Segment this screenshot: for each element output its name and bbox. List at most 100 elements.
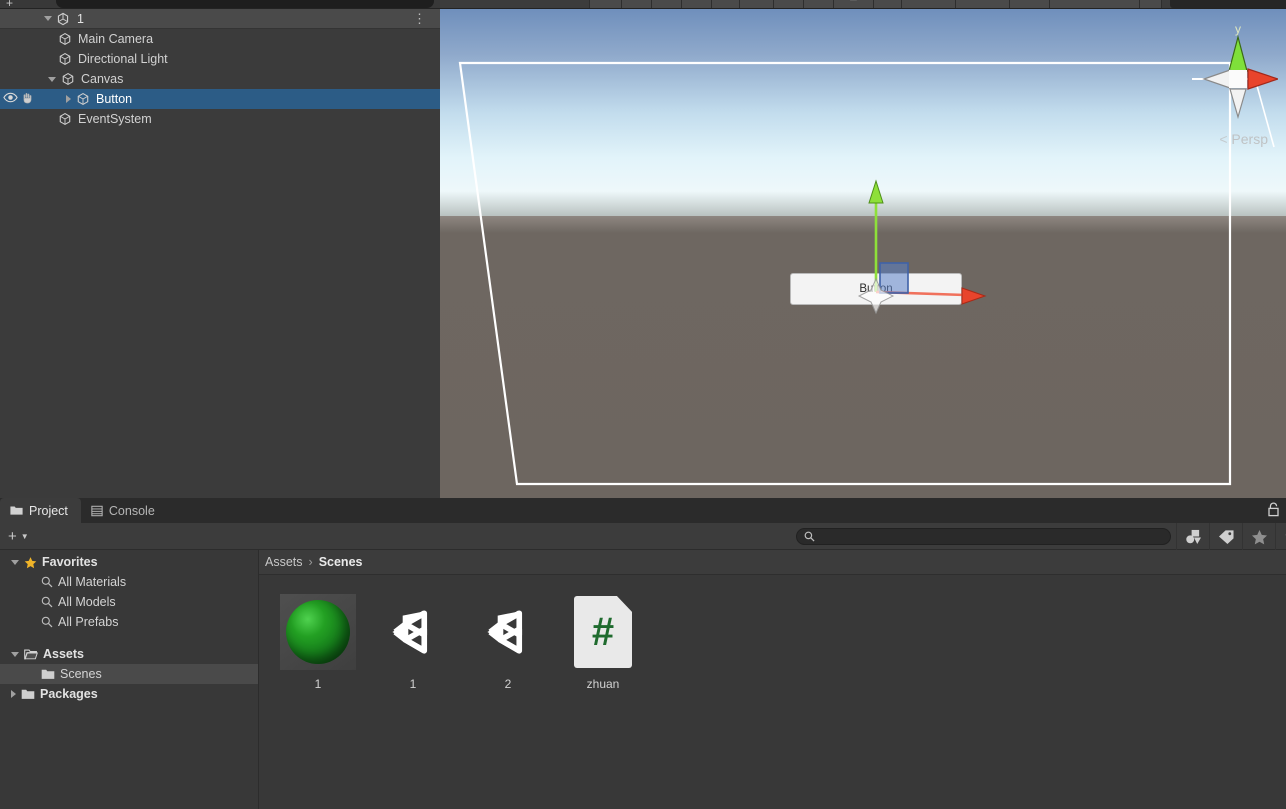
- filter-by-label-icon[interactable]: [1209, 523, 1242, 550]
- scene-snap-toggle[interactable]: [902, 0, 956, 8]
- asset-label: zhuan: [586, 677, 620, 691]
- scene-search-input[interactable]: [1170, 0, 1286, 8]
- scene-fx-toggle[interactable]: [682, 0, 712, 8]
- scene-view[interactable]: Button y < Persp: [440, 9, 1286, 498]
- hierarchy-panel: 1 ⋮ Main Camera Directional Light Canvas Bu…: [0, 9, 440, 498]
- expand-triangle[interactable]: [66, 95, 71, 103]
- project-search-box[interactable]: [796, 528, 1171, 545]
- project-tree-item-scenes[interactable]: Scenes: [0, 664, 258, 684]
- scene-camera-settings[interactable]: [774, 0, 804, 8]
- asset-item[interactable]: 2: [469, 594, 547, 691]
- project-tree-item-assets[interactable]: Assets: [0, 644, 258, 664]
- project-tree-item-all-prefabs[interactable]: All Prefabs: [0, 612, 258, 632]
- hierarchy-toolbar: +: [0, 0, 440, 9]
- scene-ui-button[interactable]: Button: [790, 273, 962, 305]
- expand-triangle[interactable]: [11, 690, 16, 698]
- chevron-down-icon: ▼: [20, 531, 29, 541]
- hand-icon: [23, 93, 32, 104]
- lock-icon[interactable]: [1267, 502, 1280, 522]
- expand-spacer: [31, 578, 36, 586]
- expand-triangle[interactable]: [11, 559, 19, 565]
- expand-spacer: [48, 115, 53, 123]
- scene-expand-triangle[interactable]: [44, 16, 52, 21]
- gameobject-icon: [59, 32, 71, 46]
- scene-gizmos-chevron[interactable]: ▾: [1140, 0, 1162, 8]
- favorite-star-icon[interactable]: [1242, 523, 1275, 550]
- asset-item[interactable]: # zhuan: [564, 594, 642, 691]
- gameobject-icon: [58, 32, 72, 46]
- scene-search-toggle[interactable]: [1010, 0, 1050, 8]
- hierarchy-scene-row[interactable]: 1 ⋮: [0, 9, 440, 29]
- scene-component-tools[interactable]: ⚒: [956, 0, 1010, 8]
- expand-triangle[interactable]: [11, 651, 19, 657]
- scene-visibility-toggle[interactable]: [740, 0, 774, 8]
- hierarchy-item-canvas[interactable]: Canvas: [0, 69, 440, 89]
- project-tabbar: Project Console: [0, 498, 1286, 523]
- csharp-script-icon: #: [565, 594, 641, 670]
- hierarchy-item-button[interactable]: Button: [0, 89, 440, 109]
- folder-icon: [21, 689, 35, 699]
- tab-project[interactable]: Project: [0, 498, 81, 523]
- scene-view-toolbar: Shaded ♪ ▾ ▾ ⊞ ▾ ⚒ Gizmos ▾: [440, 0, 1286, 9]
- folder-icon: [21, 688, 35, 700]
- folder-open-icon: [24, 649, 38, 660]
- project-toolbar: + ▼: [0, 523, 1286, 550]
- asset-label: 1: [409, 677, 417, 691]
- scene-shading-mode-dropdown[interactable]: Shaded: [440, 0, 590, 8]
- visibility-toggle-icon[interactable]: [3, 92, 18, 106]
- expand-spacer: [48, 55, 53, 63]
- tab-console-label: Console: [108, 503, 155, 518]
- gameobject-icon: [58, 112, 72, 126]
- kebab-menu-icon[interactable]: ⋮: [413, 11, 426, 27]
- search-icon: [804, 531, 815, 542]
- filter-by-type-icon[interactable]: [1176, 523, 1209, 550]
- scene-fx-dropdown[interactable]: ▾: [712, 0, 740, 8]
- tab-console[interactable]: Console: [81, 498, 168, 523]
- scene-ui-button-label: Button: [859, 283, 893, 295]
- project-tree-item-all-materials[interactable]: All Materials: [0, 572, 258, 592]
- scene-audio-toggle[interactable]: ♪: [652, 0, 682, 8]
- project-create-button[interactable]: + ▼: [8, 528, 29, 545]
- project-tree-item-packages[interactable]: Packages: [0, 684, 258, 704]
- project-tree-item-all-models[interactable]: All Models: [0, 592, 258, 612]
- search-icon: [41, 576, 53, 588]
- asset-item[interactable]: 1: [279, 594, 357, 691]
- project-content: Assets › Scenes 1 1 2 # zhuan: [259, 550, 1286, 809]
- breadcrumb-item-assets[interactable]: Assets: [265, 555, 303, 569]
- gameobject-icon: [59, 52, 71, 66]
- scene-grid-dropdown[interactable]: ▾: [874, 0, 902, 8]
- scene-camera-dropdown[interactable]: ▾: [804, 0, 834, 8]
- expand-spacer: [48, 35, 53, 43]
- pickability-toggle-icon[interactable]: [21, 91, 35, 107]
- project-tree: Favorites All Materials All Models All Pref…: [0, 550, 259, 809]
- gameobject-icon: [76, 92, 90, 106]
- project-tree-item-favorites[interactable]: Favorites: [0, 552, 258, 572]
- expand-spacer: [31, 618, 36, 626]
- plus-icon: +: [8, 527, 17, 545]
- scene-projection-label[interactable]: < Persp: [1219, 131, 1268, 147]
- scene-grid-toggle[interactable]: ⊞: [834, 0, 874, 8]
- asset-item[interactable]: 1: [374, 594, 452, 691]
- hierarchy-item-directional-light[interactable]: Directional Light: [0, 49, 440, 69]
- breadcrumb-separator: ›: [308, 555, 313, 569]
- project-tree-label: Favorites: [42, 555, 98, 569]
- folder-icon: [41, 669, 55, 679]
- hierarchy-item-eventsystem[interactable]: EventSystem: [0, 109, 440, 129]
- scene-lighting-toggle[interactable]: [622, 0, 652, 8]
- breadcrumb-item-scenes[interactable]: Scenes: [319, 555, 363, 569]
- asset-label: 2: [504, 677, 512, 691]
- expand-triangle[interactable]: [48, 76, 56, 82]
- scene-name: 1: [77, 11, 84, 26]
- hierarchy-search-input[interactable]: [56, 0, 434, 8]
- hierarchy-create-icon[interactable]: +: [6, 0, 13, 8]
- svg-text:y: y: [1235, 22, 1241, 36]
- project-search-input[interactable]: [820, 530, 1150, 543]
- scene-gizmos-dropdown[interactable]: Gizmos: [1050, 0, 1140, 8]
- folder-open-icon: [24, 648, 38, 660]
- saved-search-icon[interactable]: [1275, 523, 1286, 550]
- scene-2d-toggle[interactable]: [590, 0, 622, 8]
- scene-asset-icon: [470, 594, 546, 670]
- hierarchy-item-label: Button: [96, 92, 133, 106]
- hierarchy-item-main-camera[interactable]: Main Camera: [0, 29, 440, 49]
